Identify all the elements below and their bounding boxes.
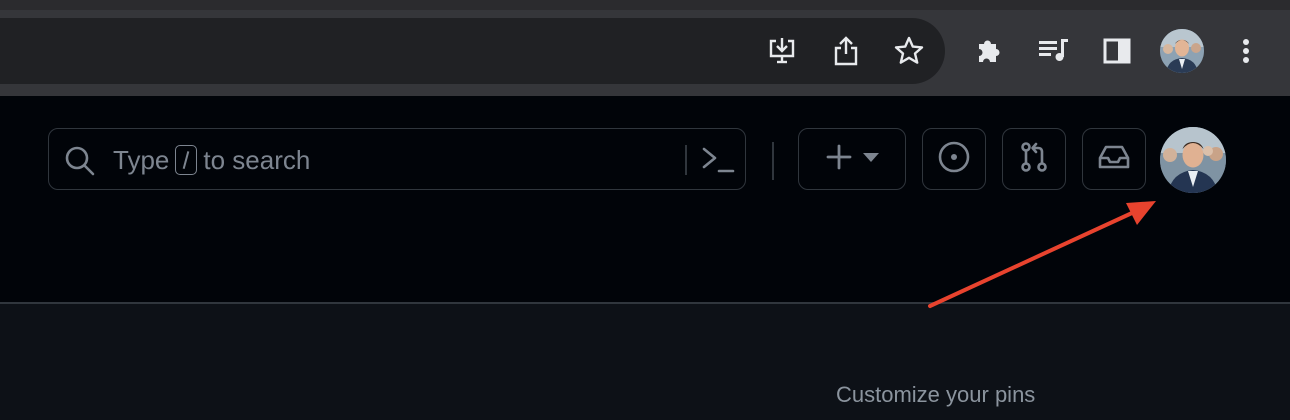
annotation-arrow-line [928,211,1134,308]
annotation-arrow-icon [928,201,1156,308]
